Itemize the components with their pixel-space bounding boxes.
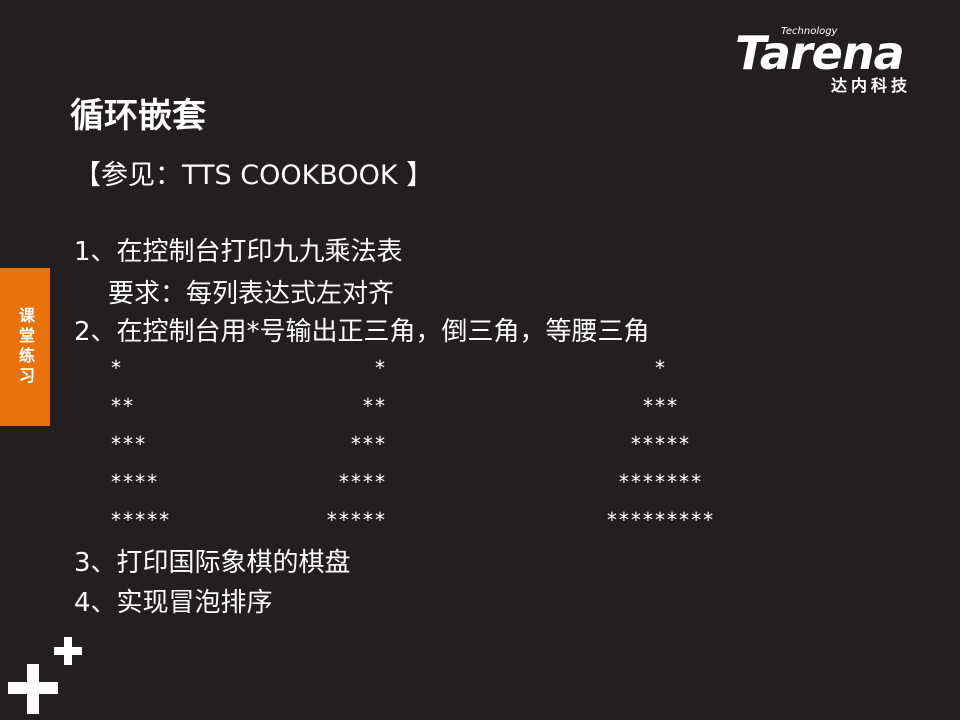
exercise-item-2: 2、在控制台用*号输出正三角，倒三角，等腰三角 — [74, 317, 650, 347]
plus-icon — [8, 637, 82, 714]
pattern-left-row-2: ** — [110, 394, 135, 418]
pattern-middle-row-2: ** — [361, 394, 386, 418]
pattern-right-row-3: ***** — [629, 432, 691, 456]
logo-chinese-text: 达内科技 — [831, 76, 912, 95]
pattern-left-row-5: ***** — [110, 508, 171, 532]
pattern-left-row-4: **** — [110, 470, 159, 494]
reference-line: 【参见：TTS COOKBOOK 】 — [74, 160, 434, 191]
exercise-item-3: 3、打印国际象棋的棋盘 — [74, 548, 351, 578]
page-title: 循环嵌套 — [70, 96, 206, 136]
pattern-middle-row-5: ***** — [325, 508, 386, 532]
pattern-right-row-4: ******* — [617, 470, 703, 494]
logo-wordmark: Tarena — [735, 26, 905, 80]
tarena-logo: Technology Tarena 达内科技 — [733, 26, 929, 98]
pattern-left-row-1: * — [110, 356, 123, 380]
exercise-item-1: 1、在控制台打印九九乘法表 — [74, 237, 403, 267]
exercise-item-4: 4、实现冒泡排序 — [74, 588, 273, 618]
pattern-middle-row-1: * — [373, 356, 386, 380]
exercise-item-1-requirement: 要求：每列表达式左对齐 — [108, 279, 395, 309]
pattern-right-row-5: ********* — [605, 508, 715, 532]
pattern-middle-row-3: *** — [349, 432, 386, 456]
side-tab-label: 课堂练习 — [16, 307, 35, 387]
pattern-right-row-2: *** — [641, 394, 679, 418]
pattern-left-row-3: *** — [110, 432, 147, 456]
pattern-middle-row-4: **** — [337, 470, 386, 494]
pattern-right-row-1: * — [653, 356, 667, 380]
side-tab-classroom-practice: 课堂练习 — [0, 268, 50, 426]
